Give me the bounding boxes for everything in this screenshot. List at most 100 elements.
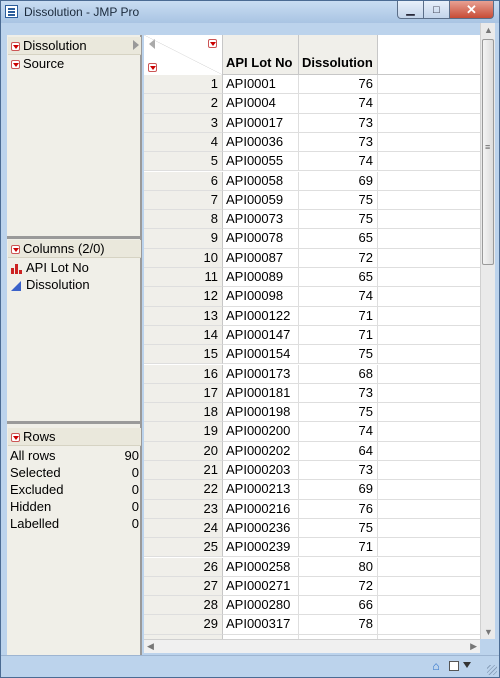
jmp-table-app-icon[interactable] (5, 5, 18, 18)
cell-api-lot-no[interactable]: API00059 (223, 190, 299, 211)
cell-empty[interactable] (378, 442, 480, 461)
cell-api-lot-no[interactable]: API000200 (223, 422, 299, 442)
cell-dissolution[interactable]: 73 (299, 461, 378, 481)
scroll-left-arrow-icon[interactable]: ◀ (147, 641, 154, 652)
table-row[interactable]: 13 API000122 71 (144, 306, 480, 326)
row-number[interactable]: 26 (144, 557, 223, 577)
cell-empty[interactable] (378, 500, 480, 519)
table-row[interactable]: 23 API000216 76 (144, 499, 480, 519)
row-number[interactable]: 19 (144, 422, 223, 442)
row-number[interactable]: 6 (144, 171, 223, 191)
column-header-dissolution[interactable]: Dissolution (299, 35, 378, 75)
row-number[interactable]: 1 (144, 75, 223, 95)
cell-dissolution[interactable]: 74 (299, 287, 378, 307)
cell-api-lot-no[interactable]: API000216 (223, 499, 299, 519)
cell-api-lot-no[interactable]: API000181 (223, 383, 299, 404)
cell-empty[interactable] (378, 287, 480, 307)
cell-dissolution[interactable]: 73 (299, 383, 378, 404)
cell-dissolution[interactable]: 71 (299, 325, 378, 346)
cell-api-lot-no[interactable]: API000147 (223, 325, 299, 346)
cell-dissolution[interactable]: 76 (299, 499, 378, 519)
row-number[interactable]: 12 (144, 287, 223, 307)
cell-api-lot-no[interactable]: API00036 (223, 132, 299, 153)
cell-dissolution[interactable]: 80 (299, 557, 378, 577)
rows-red-triangle-menu-icon[interactable] (11, 433, 20, 442)
table-row[interactable]: 29 API000317 78 (144, 615, 480, 635)
cell-api-lot-no[interactable]: API000122 (223, 306, 299, 326)
cell-api-lot-no[interactable]: API00078 (223, 229, 299, 249)
cell-empty[interactable] (378, 326, 480, 346)
cell-dissolution[interactable]: 71 (299, 306, 378, 326)
row-number[interactable]: 23 (144, 499, 223, 519)
cell-empty[interactable] (378, 519, 480, 539)
table-row[interactable]: 19 API000200 74 (144, 422, 480, 442)
table-row[interactable]: 25 API000239 71 (144, 538, 480, 558)
cell-api-lot-no[interactable]: API000271 (223, 576, 299, 597)
cell-dissolution[interactable]: 64 (299, 441, 378, 461)
cell-empty[interactable] (378, 210, 480, 230)
cell-api-lot-no[interactable]: API00089 (223, 268, 299, 288)
cell-empty[interactable] (378, 422, 480, 442)
cell-empty[interactable] (378, 384, 480, 404)
cell-api-lot-no[interactable]: API000198 (223, 403, 299, 423)
column-header-api-lot-no[interactable]: API Lot No (223, 35, 299, 75)
row-number[interactable]: 22 (144, 480, 223, 500)
table-row[interactable]: 18 API000198 75 (144, 403, 480, 423)
scroll-right-arrow-icon[interactable]: ▶ (470, 641, 477, 652)
cell-dissolution[interactable]: 66 (299, 596, 378, 616)
table-row[interactable]: 17 API000181 73 (144, 383, 480, 404)
row-number[interactable]: 3 (144, 113, 223, 133)
cell-api-lot-no[interactable]: API000239 (223, 538, 299, 558)
rows-panel-header[interactable]: Rows (8, 428, 141, 446)
source-red-triangle-icon[interactable] (11, 60, 20, 69)
cell-dissolution[interactable]: 65 (299, 268, 378, 288)
scroll-down-arrow-icon[interactable]: ▼ (484, 627, 493, 637)
table-row[interactable]: 15 API000154 75 (144, 345, 480, 365)
cell-dissolution[interactable]: 75 (299, 190, 378, 211)
cell-dissolution[interactable]: 74 (299, 152, 378, 172)
row-number[interactable]: 28 (144, 596, 223, 616)
cell-empty[interactable] (378, 229, 480, 249)
cell-api-lot-no[interactable]: API00055 (223, 152, 299, 172)
cell-empty[interactable] (378, 558, 480, 577)
maximize-button[interactable]: □ (424, 1, 450, 19)
cell-empty[interactable] (378, 133, 480, 153)
cell-dissolution[interactable]: 69 (299, 480, 378, 500)
cell-api-lot-no[interactable]: API00073 (223, 210, 299, 230)
resize-grip-icon[interactable] (487, 665, 497, 675)
table-row[interactable]: 5 API00055 74 (144, 152, 480, 172)
row-number[interactable]: 17 (144, 383, 223, 404)
cell-api-lot-no[interactable]: API00058 (223, 171, 299, 191)
table-row[interactable]: 16 API000173 68 (144, 364, 480, 384)
cell-dissolution[interactable]: 75 (299, 403, 378, 423)
row-number[interactable]: 2 (144, 94, 223, 114)
cell-api-lot-no[interactable]: API0001 (223, 75, 299, 95)
cell-dissolution[interactable]: 75 (299, 518, 378, 539)
vertical-scrollbar[interactable]: ▲ ▼ (480, 23, 495, 639)
row-number[interactable]: 5 (144, 152, 223, 172)
cell-empty[interactable] (378, 403, 480, 423)
cell-api-lot-no[interactable]: API000213 (223, 480, 299, 500)
table-row[interactable]: 28 API000280 66 (144, 596, 480, 616)
columns-panel-header[interactable]: Columns (2/0) (8, 240, 141, 258)
row-number[interactable]: 14 (144, 325, 223, 346)
row-number[interactable]: 27 (144, 576, 223, 597)
cell-empty[interactable] (378, 596, 480, 616)
table-row[interactable]: 11 API00089 65 (144, 268, 480, 288)
cell-api-lot-no[interactable]: API00017 (223, 113, 299, 133)
cell-empty[interactable] (378, 172, 480, 191)
cell-api-lot-no[interactable]: API000173 (223, 364, 299, 384)
table-red-triangle-menu-icon[interactable] (11, 42, 20, 51)
cell-dissolution[interactable]: 74 (299, 94, 378, 114)
row-number[interactable]: 9 (144, 229, 223, 249)
table-row[interactable]: 24 API000236 75 (144, 518, 480, 539)
cell-dissolution[interactable]: 75 (299, 210, 378, 230)
table-row[interactable]: 6 API00058 69 (144, 171, 480, 191)
data-grid[interactable]: API Lot No Dissolution 1 API0001 76 2 API000… (144, 35, 480, 639)
cell-empty[interactable] (378, 480, 480, 500)
table-row[interactable]: 3 API00017 73 (144, 113, 480, 133)
columns-red-triangle-menu-icon[interactable] (11, 245, 20, 254)
cell-dissolution[interactable]: 73 (299, 132, 378, 153)
cell-empty[interactable] (378, 365, 480, 384)
cell-dissolution[interactable]: 75 (299, 345, 378, 365)
